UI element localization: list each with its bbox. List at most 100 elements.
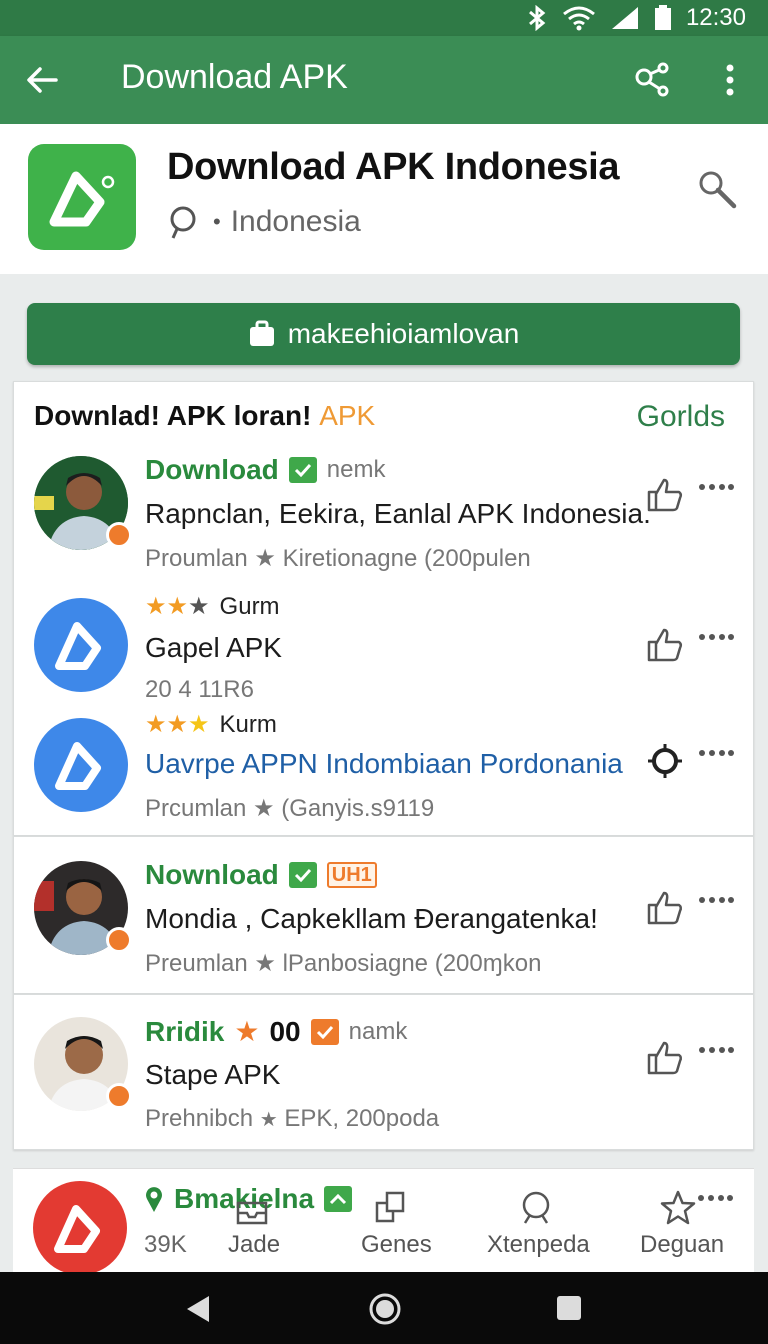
app-location: • Indonesia	[167, 204, 361, 240]
item-meta-prefix: Proumlan	[145, 545, 248, 572]
item-meta: Prcumlan ★ (Ganyis.s9119	[145, 794, 434, 823]
section-title-main: Downlad! APK loran!	[34, 400, 312, 431]
more-dots-icon[interactable]	[698, 748, 734, 758]
search-icon[interactable]	[696, 168, 738, 210]
item-title: Kurm	[219, 710, 277, 738]
list-item[interactable]: ★★★ Kurm Uavrpe APPN Indombiaan Pordonan…	[14, 710, 755, 823]
section-title: Downlad! APK loran! APK	[34, 400, 375, 432]
item-meta-text: EPK, 200poda	[284, 1105, 440, 1132]
star-icon: ★	[254, 545, 276, 572]
inbox-icon[interactable]	[233, 1189, 271, 1227]
more-dots-icon[interactable]	[698, 482, 734, 492]
list-item[interactable]: Download nemk Rapnclan, Eekira, Eanlal A…	[14, 454, 755, 572]
item-tag: UH1	[326, 862, 377, 888]
more-dots-icon[interactable]	[697, 1193, 733, 1203]
verified-badge	[106, 927, 132, 953]
back-arrow-icon[interactable]	[22, 60, 62, 100]
verified-check-icon	[288, 457, 317, 483]
app-name: Download APK Indonesia	[167, 146, 620, 188]
item-description: Stape APK	[145, 1059, 281, 1090]
apk-logo-icon	[49, 171, 115, 227]
apk-logo-icon	[55, 742, 101, 790]
app-bar: Download APK	[0, 36, 768, 124]
item-meta-text: lPanbosiagne (200ɱkon	[282, 950, 542, 977]
download-button-label: makᴇehioiamlovan	[287, 318, 520, 349]
expand-up-icon	[324, 1186, 353, 1212]
item-meta-text: Kiretionagne (200pulen	[282, 545, 531, 572]
item-title: Rridik	[145, 1015, 225, 1047]
more-dots-icon[interactable]	[698, 1045, 734, 1055]
battery-icon	[654, 5, 671, 30]
app-icon	[33, 1181, 127, 1275]
item-description: Uavrpe APPN Indombiaan Pordonania	[145, 748, 623, 779]
section-title-accent: APK	[319, 400, 376, 431]
location-pin-icon	[146, 1187, 162, 1212]
app-bar-title: Download APK	[121, 58, 348, 96]
star-icon[interactable]	[659, 1189, 697, 1227]
item-meta-text: (Ganyis.s9119	[281, 795, 435, 822]
more-dots-icon[interactable]	[698, 895, 734, 905]
item-description: Rapnclan, Eekira, Eanlal APK Indonesia.	[145, 498, 651, 529]
verified-check-icon	[310, 1018, 339, 1045]
item-title: Download	[145, 454, 279, 485]
list-item[interactable]: ★★★ Gurm Gapel APK 20 4 11R6	[14, 590, 755, 703]
search-icon[interactable]	[517, 1189, 555, 1227]
status-time: 12:30	[685, 4, 746, 31]
apk-list-card: Nownload UH1 Mondia , Capkekllam Ɖeranga…	[13, 836, 754, 994]
item-tag: nemk	[326, 456, 386, 483]
app-icon	[34, 718, 128, 812]
verified-check-icon	[288, 862, 317, 888]
tab-deguan[interactable]: Deguan	[640, 1231, 724, 1259]
share-icon[interactable]	[632, 60, 672, 100]
tab-xtenpeda[interactable]: Xtenpeda	[487, 1231, 590, 1259]
thumbs-up-icon[interactable]	[646, 626, 684, 664]
apk-logo-icon	[55, 622, 101, 670]
item-tag: namk	[348, 1017, 408, 1045]
item-meta: 20 4 11R6	[145, 676, 254, 703]
item-title: Nownload	[145, 859, 279, 890]
thumbs-up-icon[interactable]	[646, 889, 684, 927]
apk-logo-icon	[54, 1205, 100, 1253]
copy-icon[interactable]	[373, 1189, 411, 1227]
apk-list-card: Downlad! APK loran! APK Gorlds Download …	[13, 381, 754, 836]
item-meta: Preumlan ★ lPanbosiagne (200ɱkon	[145, 949, 541, 978]
item-description: Mondia , Capkekllam Ɖerangatenka!	[145, 903, 598, 934]
nav-home-icon[interactable]	[368, 1292, 402, 1326]
nav-recents-icon[interactable]	[556, 1295, 582, 1321]
system-navigation-bar	[0, 1272, 768, 1344]
item-count: 39K	[144, 1231, 187, 1258]
item-meta-prefix: Prcumlan	[145, 795, 247, 822]
item-score: 00	[269, 1015, 301, 1047]
gear-icon[interactable]	[646, 742, 684, 780]
star-icon: ★	[253, 795, 275, 822]
app-logo	[28, 144, 136, 250]
search-icon	[170, 206, 196, 239]
thumbs-up-icon[interactable]	[646, 476, 684, 514]
list-item[interactable]: Rridik ★ 00 namk Stape APK Prehnibch ★ E…	[14, 1015, 755, 1135]
tab-genes[interactable]: Genes	[361, 1231, 432, 1259]
apk-list-card: Rridik ★ 00 namk Stape APK Prehnibch ★ E…	[13, 994, 754, 1150]
list-item[interactable]: Nownload UH1 Mondia , Capkekllam Ɖeranga…	[14, 859, 755, 979]
overflow-menu-icon[interactable]	[718, 60, 742, 100]
wifi-icon	[563, 6, 595, 31]
bag-icon	[249, 320, 274, 346]
rating-stars: ★★★	[145, 711, 210, 738]
bottom-tab-bar: Bmakielna 39K Jade Genes Xtenpeda Deguan	[13, 1168, 754, 1275]
app-header: Download APK Indonesia • Indonesia	[0, 124, 768, 274]
item-meta: Proumlan ★ Kiretionagne (200pulen	[145, 544, 531, 573]
location-text: Indonesia	[230, 205, 361, 238]
verified-badge	[106, 522, 132, 548]
tab-jade[interactable]: Jade	[228, 1231, 280, 1259]
thumbs-up-icon[interactable]	[646, 1039, 684, 1077]
download-button[interactable]: makᴇehioiamlovan	[27, 303, 740, 365]
status-bar: 12:30	[0, 0, 768, 36]
verified-badge	[106, 1083, 132, 1109]
item-title: Gurm	[219, 592, 280, 620]
more-dots-icon[interactable]	[698, 632, 734, 642]
app-icon	[34, 598, 128, 692]
bluetooth-icon	[528, 5, 546, 31]
section-link[interactable]: Gorlds	[637, 400, 725, 434]
signal-icon	[611, 7, 638, 29]
nav-back-icon[interactable]	[183, 1294, 213, 1324]
rating-stars: ★★★	[145, 593, 210, 620]
